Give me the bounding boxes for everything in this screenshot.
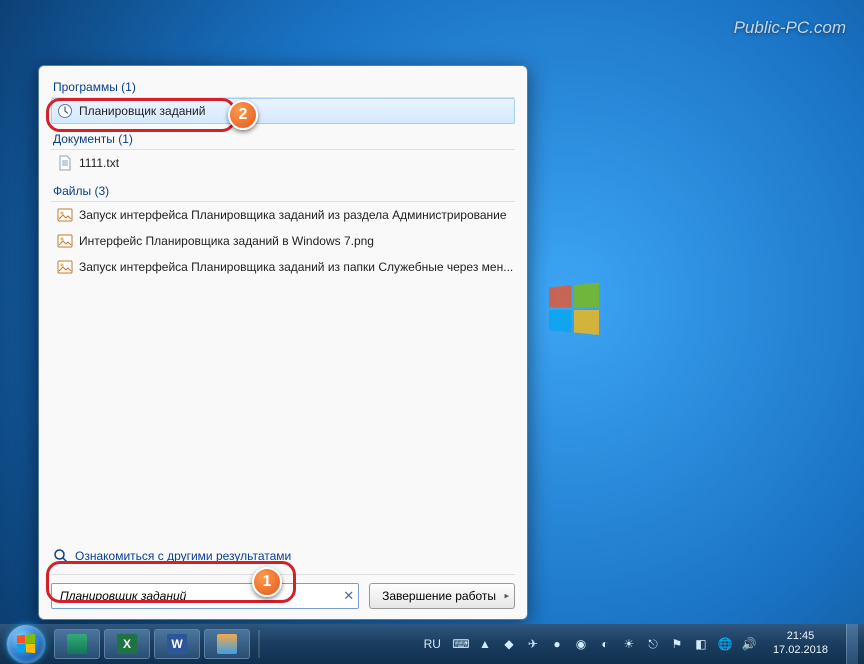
start-button[interactable] <box>6 624 46 664</box>
tray-icon[interactable]: ● <box>549 636 565 652</box>
result-file[interactable]: Запуск интерфейса Планировщика заданий и… <box>51 254 515 280</box>
annotation-badge-1: 1 <box>252 567 282 597</box>
search-input[interactable] <box>51 583 359 609</box>
image-icon <box>57 259 73 275</box>
taskbar-app-excel[interactable]: X <box>104 629 150 659</box>
image-icon <box>57 233 73 249</box>
result-file[interactable]: Запуск интерфейса Планировщика заданий и… <box>51 202 515 228</box>
result-label: Интерфейс Планировщика заданий в Windows… <box>79 234 374 248</box>
category-programs: Программы (1) <box>51 78 515 98</box>
language-indicator[interactable]: RU <box>424 637 441 651</box>
tray-keyboard-icon[interactable]: ⌨ <box>453 636 469 652</box>
system-tray: RU ⌨ ▲ ◆ ✈ ● ◉ ◐ ☀ ⎋ ⚑ ◧ 🌐 🔊 21:45 17.02… <box>424 624 858 664</box>
watermark: Public-PC.com <box>734 18 846 38</box>
search-row: ✕ Завершение работы <box>51 574 515 609</box>
tray-network-icon[interactable]: 🌐 <box>717 636 733 652</box>
see-more-results-link[interactable]: Ознакомиться с другими результатами <box>51 544 515 574</box>
taskbar-app-4[interactable] <box>204 629 250 659</box>
category-documents: Документы (1) <box>51 130 515 150</box>
result-task-scheduler[interactable]: Планировщик заданий <box>51 98 515 124</box>
image-icon <box>57 207 73 223</box>
result-file[interactable]: Интерфейс Планировщика заданий в Windows… <box>51 228 515 254</box>
result-label: 1111.txt <box>79 156 119 170</box>
tray-icon[interactable]: ◐ <box>597 636 613 652</box>
taskbar-app-1[interactable] <box>54 629 100 659</box>
tray-volume-icon[interactable]: 🔊 <box>741 636 757 652</box>
taskbar-app-word[interactable]: W <box>154 629 200 659</box>
see-more-label: Ознакомиться с другими результатами <box>75 549 291 563</box>
tray-flag-icon[interactable]: ⚑ <box>669 636 685 652</box>
result-document[interactable]: 1111.txt <box>51 150 515 176</box>
clear-search-icon[interactable]: ✕ <box>343 588 354 604</box>
clock-icon <box>57 103 73 119</box>
taskbar-clock[interactable]: 21:45 17.02.2018 <box>773 630 828 658</box>
show-desktop-button[interactable] <box>846 624 858 664</box>
result-label: Запуск интерфейса Планировщика заданий и… <box>79 260 513 274</box>
search-icon <box>53 548 69 564</box>
clock-date: 17.02.2018 <box>773 644 828 658</box>
taskbar: X W RU ⌨ ▲ ◆ ✈ ● ◉ ◐ ☀ ⎋ ⚑ ◧ 🌐 🔊 21:45 1… <box>0 624 864 664</box>
start-menu-panel: Программы (1) Планировщик заданий Докуме… <box>38 65 528 620</box>
windows-logo-desktop <box>544 280 604 340</box>
category-files: Файлы (3) <box>51 182 515 202</box>
result-label: Планировщик заданий <box>79 104 205 118</box>
tray-icon[interactable]: ☀ <box>621 636 637 652</box>
tray-icon[interactable]: ◧ <box>693 636 709 652</box>
tray-chevron-up-icon[interactable]: ▲ <box>477 636 493 652</box>
tray-telegram-icon[interactable]: ✈ <box>525 636 541 652</box>
annotation-badge-2: 2 <box>228 100 258 130</box>
tray-shield-icon[interactable]: ◉ <box>573 636 589 652</box>
shutdown-button[interactable]: Завершение работы <box>369 583 515 609</box>
windows-logo-icon <box>15 633 37 655</box>
document-icon <box>57 155 73 171</box>
tray-network-icon[interactable]: ⎋ <box>645 636 661 652</box>
search-results: Программы (1) Планировщик заданий Докуме… <box>51 78 515 544</box>
tray-icon[interactable]: ◆ <box>501 636 517 652</box>
taskbar-separator <box>258 630 260 658</box>
clock-time: 21:45 <box>773 630 828 644</box>
result-label: Запуск интерфейса Планировщика заданий и… <box>79 208 507 222</box>
